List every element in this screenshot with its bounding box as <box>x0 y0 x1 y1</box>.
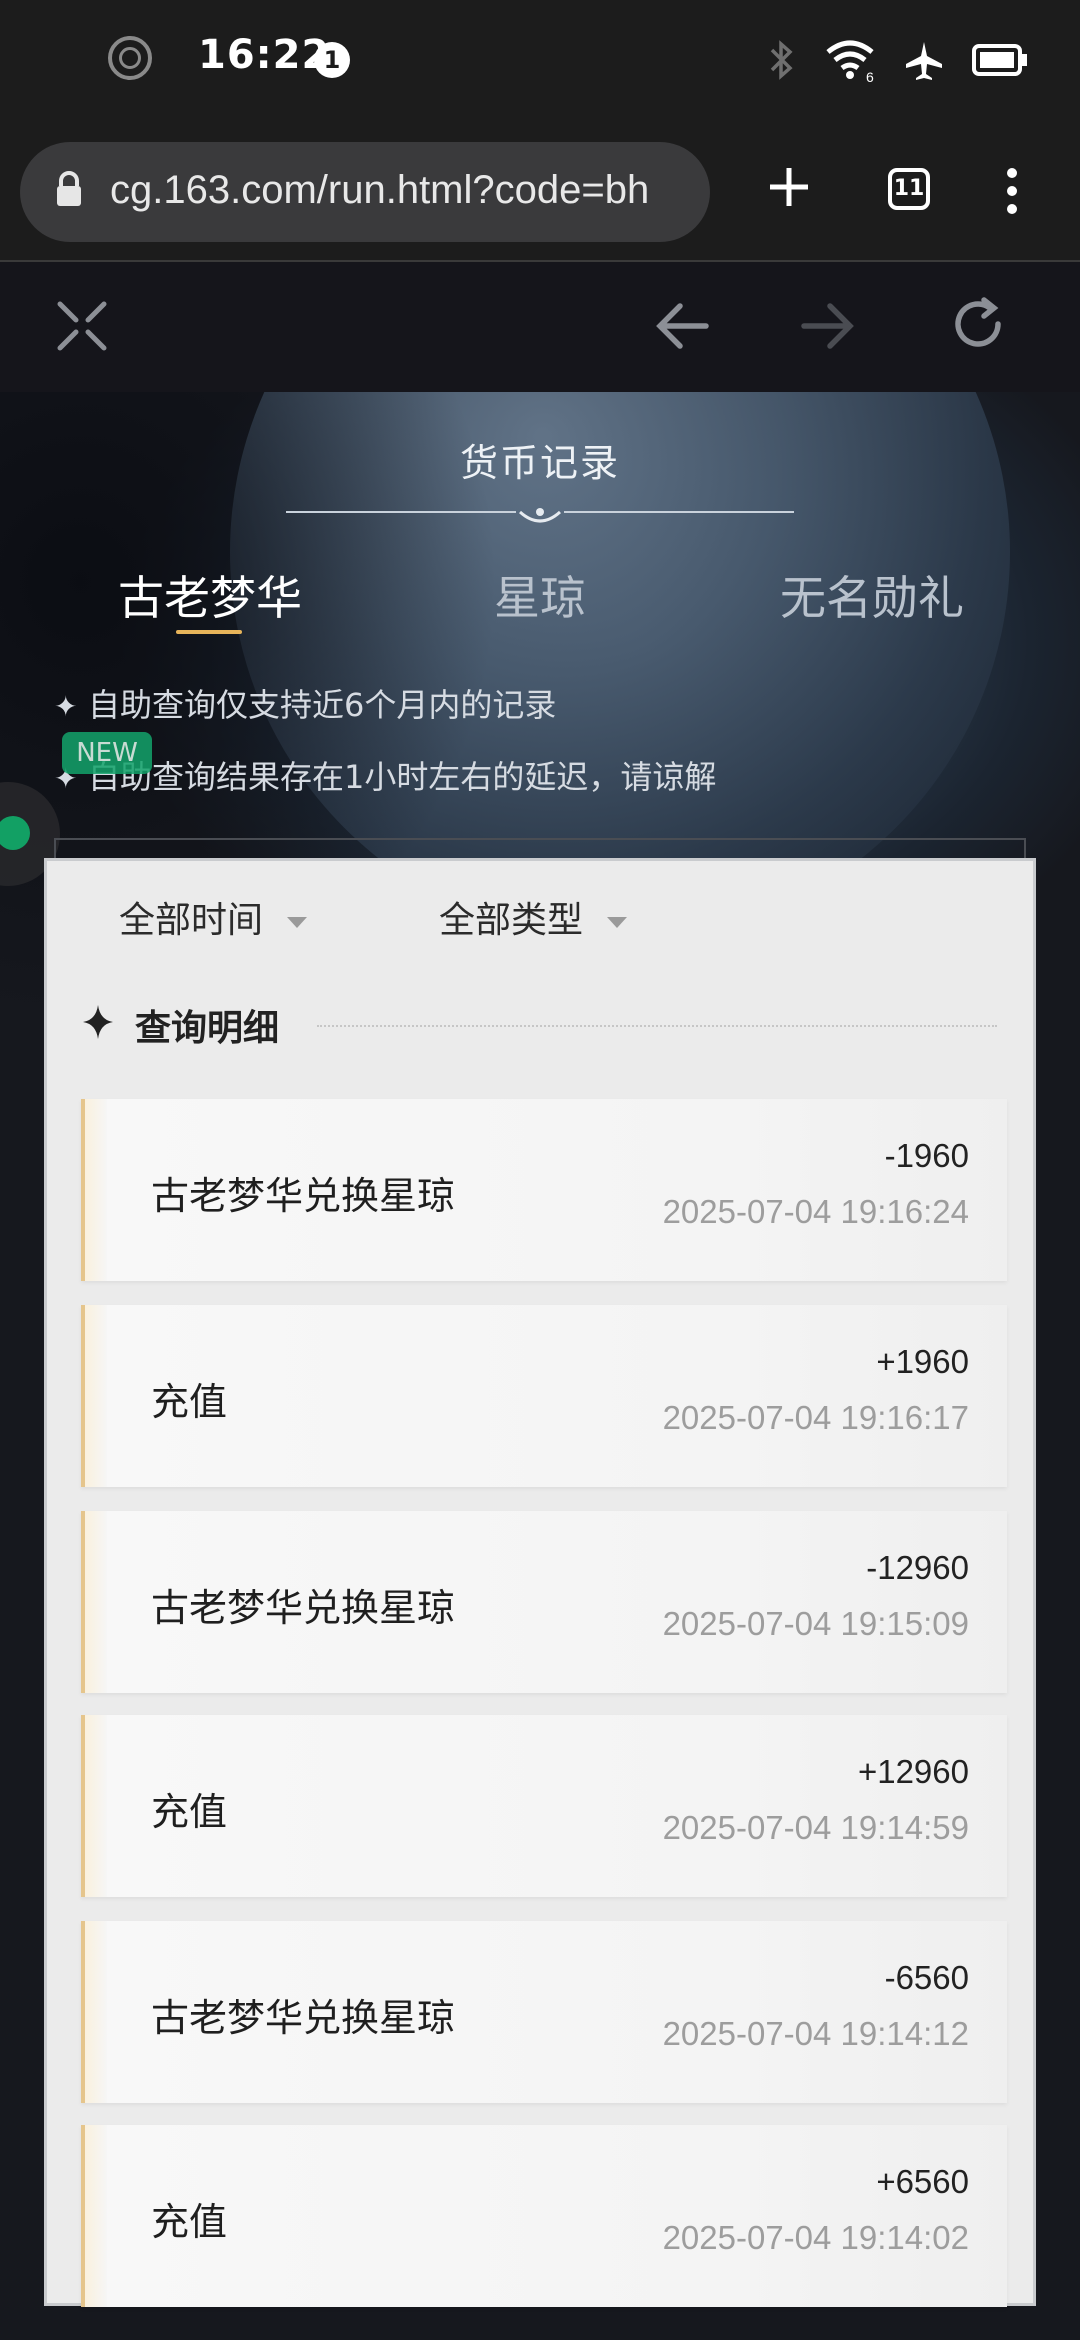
records-panel: 全部时间 全部类型 查询明细 古老梦华兑换星琼 -1960 2025-07-04… <box>44 858 1036 2307</box>
record-title: 充值 <box>151 1380 228 1424</box>
record-amount: +6560 <box>876 2163 969 2200</box>
record-accent-glow <box>85 1511 107 1693</box>
time-filter-label: 全部时间 <box>119 900 264 941</box>
record-amount: -12960 <box>866 1549 969 1586</box>
note-text: 自助查询结果存在1小时左右的延迟，请谅解 <box>88 758 717 796</box>
record-row[interactable]: 古老梦华兑换星琼 -12960 2025-07-04 19:15:09 <box>81 1511 1007 1693</box>
record-accent-glow <box>85 1921 107 2103</box>
type-filter-label: 全部类型 <box>439 900 584 941</box>
section-title: 查询明细 <box>135 1008 280 1049</box>
record-icon <box>108 36 152 80</box>
record-accent-glow <box>85 2125 107 2307</box>
new-badge: NEW <box>62 732 152 774</box>
title-ornament <box>286 508 794 523</box>
status-icons: 6 <box>768 36 1028 84</box>
browser-toolbar: cg.163.com/run.html?code=bh 11 <box>0 122 1080 262</box>
tab-ancient-dream[interactable]: 古老梦华 <box>118 562 302 628</box>
battery-icon <box>972 44 1027 76</box>
record-title: 古老梦华兑换星琼 <box>151 1586 456 1630</box>
dropdown-arrow-icon <box>607 916 628 928</box>
record-time: 2025-07-04 19:16:17 <box>662 1399 969 1436</box>
record-row[interactable]: 古老梦华兑换星琼 -6560 2025-07-04 19:14:12 <box>81 1921 1007 2103</box>
record-row[interactable]: 古老梦华兑换星琼 -1960 2025-07-04 19:16:24 <box>81 1099 1007 1281</box>
back-arrow-icon[interactable] <box>652 298 712 354</box>
record-time: 2025-07-04 19:14:02 <box>662 2219 969 2256</box>
record-time: 2025-07-04 19:15:09 <box>662 1605 969 1642</box>
tab-stellar-jade[interactable]: 星琼 <box>494 562 586 628</box>
record-row[interactable]: 充值 +1960 2025-07-04 19:16:17 <box>81 1305 1007 1487</box>
airplane-icon <box>906 42 942 80</box>
type-filter-dropdown[interactable]: 全部类型 <box>439 891 628 943</box>
record-amount: -1960 <box>884 1137 969 1174</box>
record-title: 古老梦华兑换星琼 <box>151 1996 456 2040</box>
close-x-icon[interactable] <box>54 298 110 354</box>
dropdown-arrow-icon <box>287 916 308 928</box>
app-toolbar <box>0 262 1080 392</box>
lock-icon <box>57 171 81 206</box>
record-amount: -6560 <box>884 1959 969 1996</box>
url-text[interactable]: cg.163.com/run.html?code=bh <box>110 168 649 213</box>
address-bar[interactable]: cg.163.com/run.html?code=bh <box>20 142 710 242</box>
record-accent-glow <box>85 1099 107 1281</box>
record-title: 充值 <box>151 2200 228 2244</box>
record-title: 古老梦华兑换星琼 <box>151 1174 456 1218</box>
bluetooth-icon <box>770 40 793 80</box>
record-accent-glow <box>85 1305 107 1487</box>
sparkle-icon <box>83 1005 113 1039</box>
game-viewport: 货币记录 古老梦华 星琼 无名勋礼 ✦ 自助查询仅支持近6个月内的记录 ✦ 自助查询… <box>0 392 1080 2340</box>
record-time: 2025-07-04 19:14:12 <box>662 2015 969 2052</box>
notification-count-badge: 1 <box>314 42 350 78</box>
forward-arrow-icon[interactable] <box>798 298 858 354</box>
sparkle-icon: ✦ <box>54 690 78 723</box>
overflow-menu-icon[interactable] <box>1002 166 1022 216</box>
time-filter-dropdown[interactable]: 全部时间 <box>119 891 308 943</box>
reload-icon[interactable] <box>948 294 1008 354</box>
wifi-label: 6 <box>866 69 874 82</box>
tab-switcher-button[interactable]: 11 <box>888 168 930 210</box>
status-time: 16:22 <box>198 32 331 78</box>
page-title: 货币记录 <box>459 441 620 485</box>
record-row[interactable]: 充值 +6560 2025-07-04 19:14:02 <box>81 2125 1007 2307</box>
record-amount: +1960 <box>876 1343 969 1380</box>
record-row[interactable]: 充值 +12960 2025-07-04 19:14:59 <box>81 1715 1007 1897</box>
record-amount: +12960 <box>857 1753 969 1790</box>
section-header: 查询明细 <box>83 999 1003 1049</box>
tab-nameless-medal[interactable]: 无名勋礼 <box>780 562 964 628</box>
record-time: 2025-07-04 19:14:59 <box>662 1809 969 1846</box>
record-accent-glow <box>85 1715 107 1897</box>
record-title: 充值 <box>151 1790 228 1834</box>
section-divider <box>317 1025 997 1027</box>
wifi-icon: 6 <box>826 40 874 82</box>
note-text: 自助查询仅支持近6个月内的记录 <box>88 686 557 724</box>
currency-tabs: 古老梦华 星琼 无名勋礼 <box>0 562 1080 642</box>
new-tab-plus-icon[interactable] <box>766 164 812 210</box>
status-bar: 16:22 1 6 <box>0 0 1080 122</box>
record-time: 2025-07-04 19:16:24 <box>662 1193 969 1230</box>
active-tab-underline <box>176 630 242 634</box>
note-item: ✦ 自助查询仅支持近6个月内的记录 <box>54 680 556 726</box>
note-item: ✦ 自助查询结果存在1小时左右的延迟，请谅解 <box>54 752 716 798</box>
